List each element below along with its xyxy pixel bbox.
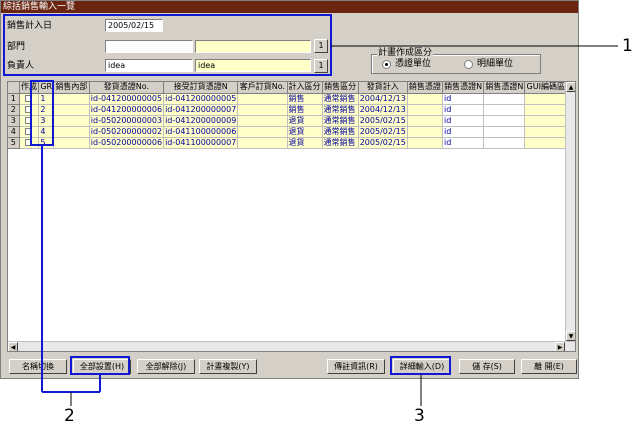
callout-3: 3 (414, 406, 425, 426)
callout-2: 2 (64, 406, 75, 426)
callout-lines (41, 45, 618, 406)
callout-1: 1 (622, 36, 633, 56)
